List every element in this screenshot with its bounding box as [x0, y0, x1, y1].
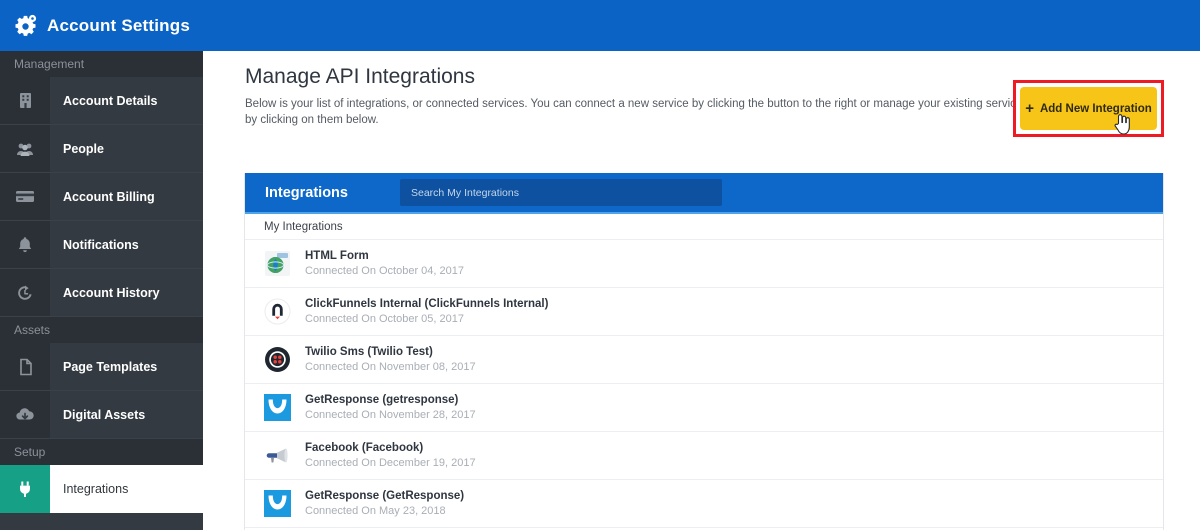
page-document-icon: [0, 343, 50, 390]
integration-name: GetResponse (GetResponse): [305, 489, 465, 502]
integration-connected-date: Connected On October 04, 2017: [305, 264, 464, 277]
panel-title: Integrations: [265, 184, 348, 201]
sidebar-item-people[interactable]: People: [0, 125, 203, 173]
search-input[interactable]: [399, 179, 722, 206]
page-title: Manage API Integrations: [245, 65, 475, 88]
getresponse-logo-icon: [264, 394, 291, 421]
gears-icon: [15, 14, 37, 36]
building-icon: [0, 77, 50, 124]
account-settings-page: Account Settings Management Account Deta…: [0, 0, 1200, 530]
bell-icon: [0, 221, 50, 268]
integrations-panel: Integrations My Integrations HTML Form C…: [244, 173, 1164, 530]
people-icon: [0, 125, 50, 172]
sidebar-item-account-details[interactable]: Account Details: [0, 77, 203, 125]
sidebar-section-setup: Setup: [0, 439, 203, 465]
list-item[interactable]: Facebook (Facebook) Connected On Decembe…: [245, 432, 1163, 480]
add-new-integration-button[interactable]: + Add New Integration: [1020, 87, 1157, 130]
history-clock-icon: [0, 269, 50, 316]
megaphone-icon: [266, 448, 288, 463]
sidebar-section-management: Management: [0, 51, 203, 77]
page-description: Below is your list of integrations, or c…: [245, 98, 1029, 126]
hand-pointer-cursor: [1114, 114, 1130, 135]
add-new-integration-label: Add New Integration: [1039, 102, 1152, 115]
my-integrations-subheader: My Integrations: [245, 214, 1163, 240]
list-item[interactable]: Twilio Sms (Twilio Test) Connected On No…: [245, 336, 1163, 384]
integration-name: Twilio Sms (Twilio Test): [305, 345, 433, 358]
integration-connected-date: Connected On November 28, 2017: [305, 408, 476, 421]
plus-icon: +: [1025, 99, 1034, 117]
integration-name: Facebook (Facebook): [305, 441, 424, 454]
sidebar-item-page-templates[interactable]: Page Templates: [0, 343, 203, 391]
sidebar-item-label: Account Billing: [63, 189, 155, 204]
sidebar-item-integrations[interactable]: Integrations: [0, 465, 203, 513]
plug-icon: [0, 465, 50, 513]
app-header: Account Settings: [0, 0, 1200, 51]
integration-connected-date: Connected On October 05, 2017: [305, 312, 464, 325]
getresponse-logo-icon: [264, 490, 291, 517]
sidebar-item-label: Page Templates: [63, 359, 158, 374]
sidebar-item-label: Integrations: [50, 465, 203, 513]
credit-card-icon: [0, 173, 50, 220]
cloud-download-icon: [0, 391, 50, 438]
sidebar-item-label: Account Details: [63, 93, 158, 108]
sidebar-item-account-billing[interactable]: Account Billing: [0, 173, 203, 221]
integration-name: HTML Form: [305, 249, 369, 262]
clickfunnels-logo-icon: [264, 298, 291, 325]
sidebar-section-assets: Assets: [0, 317, 203, 343]
sidebar-item-notifications[interactable]: Notifications: [0, 221, 203, 269]
list-item[interactable]: ClickFunnels Internal (ClickFunnels Inte…: [245, 288, 1163, 336]
list-item[interactable]: GetResponse (getresponse) Connected On N…: [245, 384, 1163, 432]
integration-name: GetResponse (getresponse): [305, 393, 459, 406]
integration-name: ClickFunnels Internal (ClickFunnels Inte…: [305, 297, 549, 310]
html-form-globe-icon: [265, 251, 290, 276]
integration-connected-date: Connected On November 08, 2017: [305, 360, 476, 373]
sidebar-item-label: Digital Assets: [63, 407, 146, 422]
sidebar-item-label: People: [63, 141, 104, 156]
list-item[interactable]: GetResponse (GetResponse) Connected On M…: [245, 480, 1163, 528]
sidebar-item-label: Account History: [63, 285, 160, 300]
panel-header: Integrations: [245, 173, 1163, 214]
sidebar-item-label: Notifications: [63, 237, 139, 252]
sidebar-item-digital-assets[interactable]: Digital Assets: [0, 391, 203, 439]
sidebar-item-account-history[interactable]: Account History: [0, 269, 203, 317]
app-title: Account Settings: [47, 15, 190, 35]
list-item[interactable]: HTML Form Connected On October 04, 2017: [245, 240, 1163, 288]
twilio-logo-icon: [265, 347, 290, 372]
sidebar: Management Account Details People Accoun…: [0, 51, 203, 530]
integration-connected-date: Connected On May 23, 2018: [305, 504, 446, 517]
integration-connected-date: Connected On December 19, 2017: [305, 456, 476, 469]
